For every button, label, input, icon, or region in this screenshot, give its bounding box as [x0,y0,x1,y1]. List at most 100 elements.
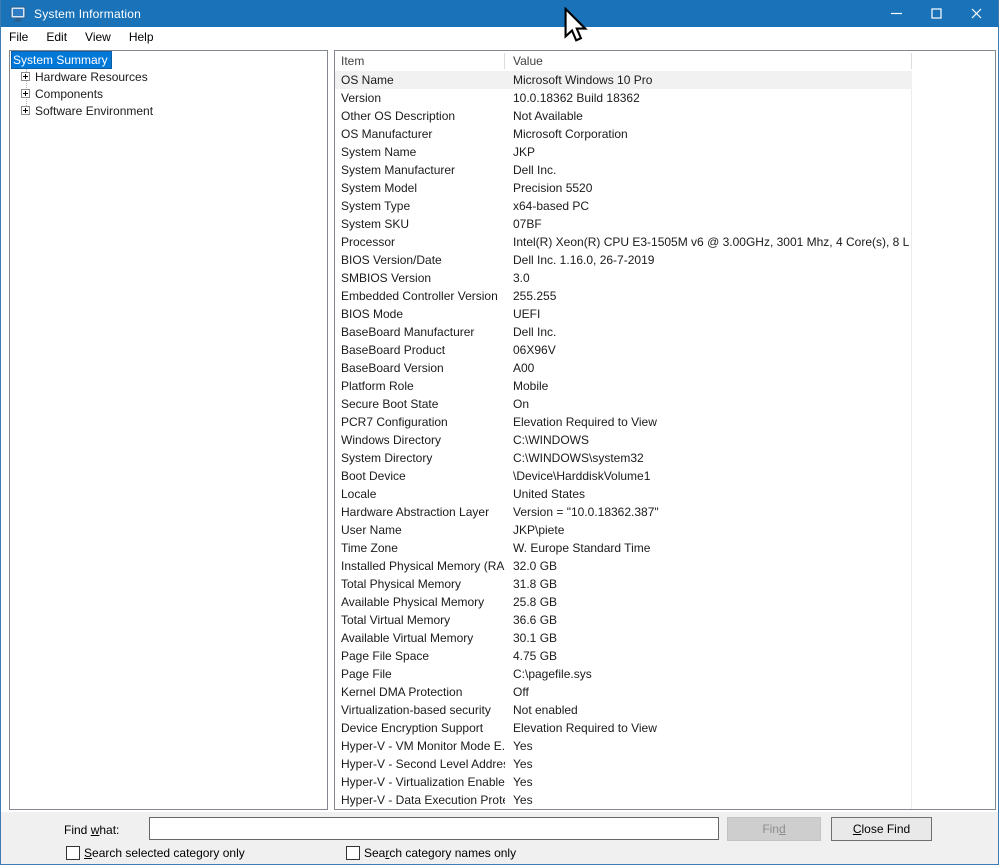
value-cell: UEFI [513,307,541,321]
item-cell: Processor [341,235,396,249]
table-row[interactable]: Embedded Controller Version 255.255 [335,287,995,305]
table-row[interactable]: Processor Intel(R) Xeon(R) CPU E3-1505M v… [335,233,995,251]
table-row[interactable]: Secure Boot State On [335,395,995,413]
titlebar[interactable]: System Information [1,0,998,27]
value-cell: Precision 5520 [513,181,593,195]
column-header-value[interactable]: Value [513,51,543,71]
item-cell: Time Zone [341,541,398,555]
item-cell: BIOS Version/Date [341,253,442,267]
tree-item-label: System Summary [11,50,112,69]
value-cell: JKP [513,145,536,159]
tree-item-components[interactable]: Components [10,85,327,102]
expand-plus-icon[interactable] [21,72,30,81]
expand-plus-icon[interactable] [21,89,30,98]
search-selected-category-label[interactable]: Search selected category only [84,846,245,860]
list-header: Item Value [335,51,995,71]
table-row[interactable]: Total Virtual Memory 36.6 GB [335,611,995,629]
value-cell: Elevation Required to View [513,721,657,735]
tree-item-system-summary[interactable]: System Summary [10,50,327,69]
table-row[interactable]: System SKU 07BF [335,215,995,233]
item-cell: OS Name [341,73,394,87]
table-row[interactable]: Hyper-V - VM Monitor Mode E... Yes [335,737,995,755]
close-button[interactable] [956,0,996,27]
table-row[interactable]: PCR7 Configuration Elevation Required to … [335,413,995,431]
table-row[interactable]: Locale United States [335,485,995,503]
table-row[interactable]: Page File Space 4.75 GB [335,647,995,665]
table-row[interactable]: Available Virtual Memory 30.1 GB [335,629,995,647]
expand-plus-icon[interactable] [21,106,30,115]
table-row[interactable]: BaseBoard Product 06X96V [335,341,995,359]
menu-edit[interactable]: Edit [37,28,76,46]
value-cell: United States [513,487,586,501]
value-cell: Microsoft Corporation [513,127,628,141]
table-row[interactable]: Boot Device \Device\HarddiskVolume1 [335,467,995,485]
value-cell: Not Available [513,109,583,123]
table-row[interactable]: BIOS Mode UEFI [335,305,995,323]
menu-help[interactable]: Help [120,28,163,46]
window-controls [876,0,996,27]
menu-view[interactable]: View [76,28,120,46]
item-cell: OS Manufacturer [341,127,433,141]
column-divider[interactable] [911,53,912,69]
table-row[interactable]: Platform Role Mobile [335,377,995,395]
maximize-button[interactable] [916,0,956,27]
menu-file[interactable]: File [1,28,37,46]
table-row[interactable]: Page File C:\pagefile.sys [335,665,995,683]
table-row[interactable]: System Name JKP [335,143,995,161]
table-row[interactable]: Version 10.0.18362 Build 18362 [335,89,995,107]
table-row[interactable]: Time Zone W. Europe Standard Time [335,539,995,557]
table-row[interactable]: System Model Precision 5520 [335,179,995,197]
item-cell: BIOS Mode [341,307,404,321]
item-cell: User Name [341,523,402,537]
table-row[interactable]: System Manufacturer Dell Inc. [335,161,995,179]
table-row[interactable]: Total Physical Memory 31.8 GB [335,575,995,593]
table-row[interactable]: OS Manufacturer Microsoft Corporation [335,125,995,143]
value-cell: Yes [513,775,533,789]
details-panel: Item Value OS Name Microsoft Windows 10 P… [334,50,996,810]
table-row[interactable]: Hyper-V - Data Execution Prote... Yes [335,791,995,809]
item-cell: Other OS Description [341,109,456,123]
table-row[interactable]: System Type x64-based PC [335,197,995,215]
item-cell: BaseBoard Version [341,361,444,375]
item-cell: Secure Boot State [341,397,439,411]
table-row[interactable]: Hardware Abstraction Layer Version = "10.… [335,503,995,521]
value-cell: Yes [513,757,533,771]
table-row[interactable]: BIOS Version/Date Dell Inc. 1.16.0, 26-7-… [335,251,995,269]
value-cell: 25.8 GB [513,595,558,609]
item-cell: Virtualization-based security [341,703,491,717]
table-row[interactable]: Installed Physical Memory (RAM) 32.0 GB [335,557,995,575]
search-selected-category-checkbox[interactable] [66,846,80,860]
tree-item-hardware-resources[interactable]: Hardware Resources [10,68,327,85]
find-button[interactable]: Find [727,817,821,841]
table-row[interactable]: User Name JKP\piete [335,521,995,539]
table-row[interactable]: OS Name Microsoft Windows 10 Pro [335,71,912,89]
item-cell: Total Virtual Memory [341,613,451,627]
table-row[interactable]: Hyper-V - Second Level Addres... Yes [335,755,995,773]
table-row[interactable]: Kernel DMA Protection Off [335,683,995,701]
table-row[interactable]: Other OS Description Not Available [335,107,995,125]
table-row[interactable]: Device Encryption Support Elevation Requi… [335,719,995,737]
value-cell: 255.255 [513,289,557,303]
search-category-names-label[interactable]: Search category names only [364,846,516,860]
column-header-item[interactable]: Item [341,51,364,71]
table-row[interactable]: BaseBoard Version A00 [335,359,995,377]
table-row[interactable]: System Directory C:\WINDOWS\system32 [335,449,995,467]
value-cell: Intel(R) Xeon(R) CPU E3-1505M v6 @ 3.00G… [513,235,909,249]
table-row[interactable]: SMBIOS Version 3.0 [335,269,995,287]
column-divider[interactable] [504,53,505,69]
table-row[interactable]: BaseBoard Manufacturer Dell Inc. [335,323,995,341]
value-cell: \Device\HarddiskVolume1 [513,469,651,483]
item-cell: System Manufacturer [341,163,456,177]
minimize-button[interactable] [876,0,916,27]
table-row[interactable]: Virtualization-based security Not enabled [335,701,995,719]
find-input[interactable] [149,817,719,840]
table-row[interactable]: Available Physical Memory 25.8 GB [335,593,995,611]
table-row[interactable]: Hyper-V - Virtualization Enable... Yes [335,773,995,791]
tree-item-software-environment[interactable]: Software Environment [10,102,327,119]
system-information-window: System Information File Edit View Help S… [0,0,999,865]
close-find-button[interactable]: Close Find [831,817,932,841]
item-cell: System Name [341,145,417,159]
item-cell: SMBIOS Version [341,271,432,285]
table-row[interactable]: Windows Directory C:\WINDOWS [335,431,995,449]
search-category-names-checkbox[interactable] [346,846,360,860]
